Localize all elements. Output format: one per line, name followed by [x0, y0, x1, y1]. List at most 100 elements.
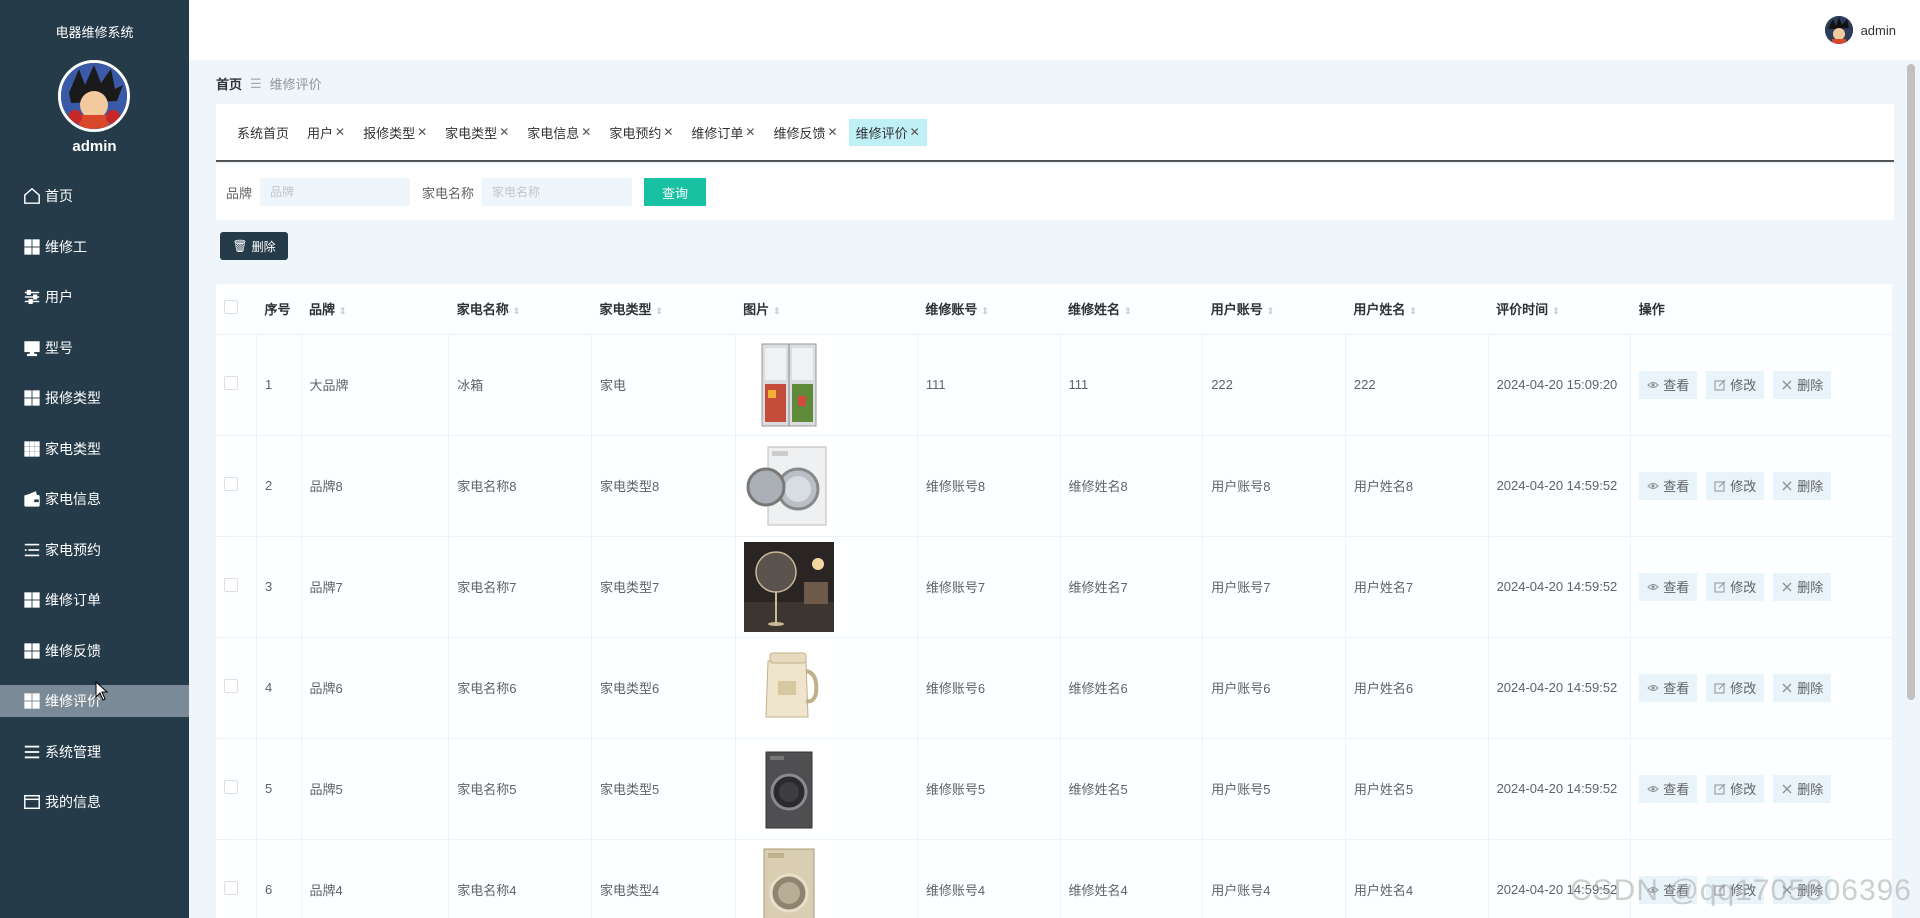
- close-icon[interactable]: ✕: [581, 125, 591, 139]
- cell-repair-name: 维修姓名7: [1060, 536, 1204, 638]
- cell-brand: 品牌4: [301, 839, 450, 918]
- appliance-image[interactable]: [743, 844, 917, 918]
- view-button[interactable]: 查看: [1639, 774, 1698, 803]
- tab-appliance-type[interactable]: 家电类型 ✕: [438, 119, 516, 146]
- column-header[interactable]: 用户账号 ⇕: [1202, 284, 1346, 335]
- sidebar-item-home[interactable]: 首页: [0, 180, 189, 212]
- appliance-image[interactable]: [743, 339, 917, 430]
- edit-button[interactable]: 修改: [1706, 673, 1765, 702]
- appliance-name-input[interactable]: [482, 178, 633, 206]
- tab-repair-order[interactable]: 维修订单 ✕: [684, 119, 762, 146]
- edit-button[interactable]: 修改: [1706, 774, 1765, 803]
- sort-icon[interactable]: ⇕: [655, 306, 663, 315]
- tab-repair-feedback[interactable]: 维修反馈 ✕: [766, 119, 844, 146]
- tab-label: 维修反馈: [773, 125, 826, 141]
- sort-icon[interactable]: ⇕: [1409, 306, 1417, 315]
- sidebar-item-repairman[interactable]: 维修工: [0, 231, 189, 263]
- appliance-image[interactable]: [743, 642, 917, 733]
- tab-appliance-booking[interactable]: 家电预约 ✕: [602, 119, 680, 146]
- edit-button[interactable]: 修改: [1706, 370, 1765, 399]
- tab-user[interactable]: 用户 ✕: [300, 119, 352, 146]
- sidebar-item-repair-feedback[interactable]: 维修反馈: [0, 635, 189, 667]
- table-body: 1 大品牌 冰箱 家电 111 111 222 222 2024-04-20 15:09:20 查…: [216, 334, 1892, 918]
- sort-icon[interactable]: ⇕: [1552, 306, 1560, 315]
- column-header[interactable]: 评价时间 ⇕: [1488, 284, 1631, 335]
- page-scrollbar[interactable]: [1906, 60, 1918, 700]
- column-header[interactable]: 维修账号 ⇕: [917, 284, 1060, 335]
- view-button[interactable]: 查看: [1639, 471, 1698, 500]
- sort-icon[interactable]: ⇕: [1267, 306, 1275, 315]
- monitor-icon: [22, 338, 42, 358]
- data-table: 序号 品牌 ⇕ 家电名称 ⇕ 家电类型 ⇕ 图片 ⇕ 维修账号 ⇕ 维修姓名 ⇕ 用户账号 ⇕…: [216, 284, 1892, 918]
- sort-icon[interactable]: ⇕: [773, 306, 781, 315]
- edit-button[interactable]: 修改: [1706, 471, 1765, 500]
- tab-appliance-info[interactable]: 家电信息 ✕: [520, 119, 598, 146]
- cell-brand: 品牌6: [301, 637, 450, 739]
- close-icon[interactable]: ✕: [499, 125, 509, 139]
- eye-icon: [1647, 684, 1659, 691]
- home-icon: [22, 186, 42, 206]
- edit-icon: [1714, 682, 1726, 693]
- view-button[interactable]: 查看: [1639, 370, 1698, 399]
- sort-icon[interactable]: ⇕: [1124, 306, 1132, 315]
- view-button[interactable]: 查看: [1639, 572, 1698, 601]
- column-header[interactable]: 品牌 ⇕: [301, 284, 449, 335]
- delete-button[interactable]: 删除: [1773, 673, 1832, 702]
- appliance-image[interactable]: [743, 440, 917, 531]
- sort-icon[interactable]: ⇕: [981, 306, 989, 315]
- sidebar-item-model[interactable]: 型号: [0, 332, 189, 364]
- table-row: 1 大品牌 冰箱 家电 111 111 222 222 2024-04-20 15:09:20 查…: [216, 334, 1892, 436]
- delete-button[interactable]: 删除: [1773, 572, 1832, 601]
- sort-icon[interactable]: ⇕: [513, 306, 521, 315]
- sidebar-item-appliance-type[interactable]: 家电类型: [0, 433, 189, 465]
- header-user-menu[interactable]: admin: [1824, 16, 1896, 44]
- scroll-thumb[interactable]: [1907, 64, 1915, 700]
- close-icon[interactable]: ✕: [417, 125, 427, 139]
- row-checkbox[interactable]: [224, 578, 238, 592]
- sidebar-item-repair-type[interactable]: 报修类型: [0, 382, 189, 414]
- sort-icon[interactable]: ⇕: [339, 306, 347, 315]
- delete-button[interactable]: 删除: [1773, 774, 1832, 803]
- column-header[interactable]: 维修姓名 ⇕: [1060, 284, 1203, 335]
- column-header[interactable]: 家电类型 ⇕: [591, 284, 736, 335]
- appliance-name-label: 家电名称: [422, 185, 475, 201]
- close-icon[interactable]: ✕: [745, 125, 755, 139]
- close-icon[interactable]: ✕: [335, 125, 345, 139]
- column-header[interactable]: 用户姓名 ⇕: [1345, 284, 1489, 335]
- row-checkbox[interactable]: [224, 780, 238, 794]
- batch-delete-button[interactable]: 🗑 删除: [220, 232, 288, 260]
- column-header[interactable]: 图片 ⇕: [735, 284, 918, 335]
- row-checkbox[interactable]: [224, 376, 238, 390]
- breadcrumb-current: 维修评价: [269, 77, 322, 92]
- row-checkbox[interactable]: [224, 881, 238, 895]
- tab-repair-type[interactable]: 报修类型 ✕: [356, 119, 434, 146]
- row-checkbox[interactable]: [224, 477, 238, 491]
- sidebar-item-user[interactable]: 用户: [0, 281, 189, 313]
- brand-input[interactable]: [260, 178, 411, 206]
- edit-button[interactable]: 修改: [1706, 572, 1765, 601]
- delete-button[interactable]: 删除: [1773, 471, 1832, 500]
- tab-home[interactable]: 系统首页: [230, 119, 296, 146]
- sidebar-item-label: 我的信息: [45, 794, 101, 810]
- appliance-image[interactable]: [743, 743, 917, 834]
- sidebar-item-repair-order[interactable]: 维修订单: [0, 584, 189, 616]
- tab-repair-review[interactable]: 维修评价 ✕: [848, 118, 927, 146]
- sidebar-item-label: 维修反馈: [45, 642, 101, 659]
- query-button[interactable]: 查询: [644, 178, 707, 206]
- select-all-checkbox[interactable]: [224, 300, 238, 315]
- close-icon[interactable]: ✕: [910, 125, 920, 139]
- view-button[interactable]: 查看: [1639, 673, 1698, 702]
- sidebar-item-my-info[interactable]: 我的信息: [0, 786, 189, 818]
- sidebar-item-appliance-info[interactable]: 家电信息: [0, 483, 189, 515]
- sidebar-item-system[interactable]: 系统管理: [0, 736, 189, 768]
- close-icon[interactable]: ✕: [663, 125, 673, 139]
- delete-button[interactable]: 删除: [1773, 370, 1832, 399]
- breadcrumb-home[interactable]: 首页: [216, 74, 242, 93]
- row-checkbox[interactable]: [224, 679, 238, 693]
- appliance-image[interactable]: [743, 541, 917, 632]
- cell-actions: 查看 修改 删除: [1630, 435, 1892, 537]
- column-header[interactable]: 家电名称 ⇕: [448, 284, 592, 335]
- sidebar-item-appliance-booking[interactable]: 家电预约: [0, 534, 189, 566]
- table-row: 2 品牌8 家电名称8 家电类型8 维修账号8 维修姓名8 用户账号8 用户姓名8 2024-0…: [216, 435, 1892, 537]
- close-icon[interactable]: ✕: [828, 125, 838, 139]
